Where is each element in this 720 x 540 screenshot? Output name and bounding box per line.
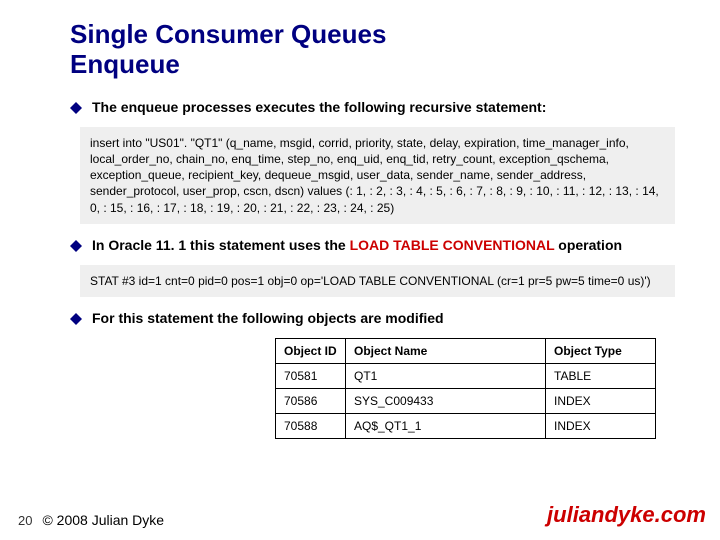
table-row: 70588 AQ$_QT1_1 INDEX — [276, 413, 656, 438]
objects-table: Object ID Object Name Object Type 70581 … — [275, 338, 656, 439]
footer: 20 © 2008 Julian Dyke juliandyke.com — [0, 502, 720, 528]
cell-object-name: SYS_C009433 — [346, 388, 546, 413]
bullet-1-text: The enqueue processes executes the follo… — [92, 98, 546, 117]
cell-object-type: INDEX — [546, 413, 656, 438]
header-object-type: Object Type — [546, 338, 656, 363]
title-line-2: Enqueue — [70, 49, 180, 79]
slide: Single Consumer Queues Enqueue The enque… — [0, 0, 720, 540]
load-table-keyword: LOAD TABLE CONVENTIONAL — [350, 237, 555, 253]
copyright: © 2008 Julian Dyke — [42, 512, 164, 528]
table-header-row: Object ID Object Name Object Type — [276, 338, 656, 363]
bullet-3: For this statement the following objects… — [70, 309, 675, 330]
cell-object-name: AQ$_QT1_1 — [346, 413, 546, 438]
diamond-bullet-icon — [70, 101, 82, 119]
diamond-bullet-icon — [70, 239, 82, 257]
site-name: juliandyke.com — [547, 502, 706, 528]
diamond-bullet-icon — [70, 312, 82, 330]
cell-object-id: 70588 — [276, 413, 346, 438]
bullet-3-text: For this statement the following objects… — [92, 309, 444, 328]
code-block-1: insert into "US01". "QT1" (q_name, msgid… — [80, 127, 675, 224]
cell-object-id: 70586 — [276, 388, 346, 413]
code-block-2: STAT #3 id=1 cnt=0 pid=0 pos=1 obj=0 op=… — [80, 265, 675, 297]
bullet-2-suffix: operation — [554, 237, 622, 253]
table-row: 70581 QT1 TABLE — [276, 363, 656, 388]
bullet-2: In Oracle 11. 1 this statement uses the … — [70, 236, 675, 257]
cell-object-id: 70581 — [276, 363, 346, 388]
header-object-name: Object Name — [346, 338, 546, 363]
table-row: 70586 SYS_C009433 INDEX — [276, 388, 656, 413]
page-number: 20 — [18, 513, 32, 528]
bullet-2-prefix: In Oracle 11. 1 this statement uses the — [92, 237, 350, 253]
title-line-1: Single Consumer Queues — [70, 19, 386, 49]
bullet-1: The enqueue processes executes the follo… — [70, 98, 675, 119]
footer-left: 20 © 2008 Julian Dyke — [18, 512, 164, 528]
header-object-id: Object ID — [276, 338, 346, 363]
slide-title: Single Consumer Queues Enqueue — [70, 20, 675, 80]
cell-object-type: INDEX — [546, 388, 656, 413]
cell-object-type: TABLE — [546, 363, 656, 388]
bullet-2-text: In Oracle 11. 1 this statement uses the … — [92, 236, 622, 255]
cell-object-name: QT1 — [346, 363, 546, 388]
